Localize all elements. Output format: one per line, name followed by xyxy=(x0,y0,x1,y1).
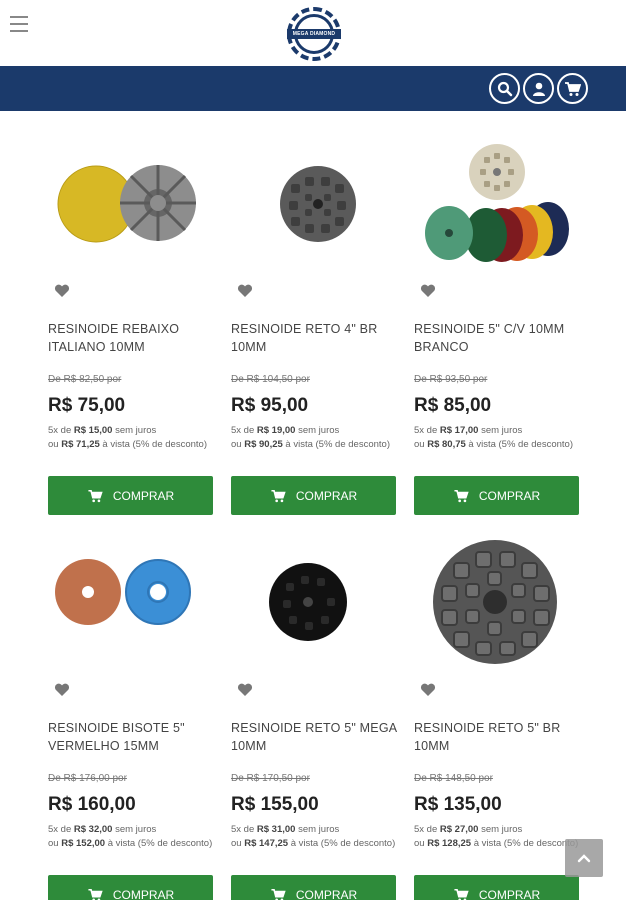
installment-info: 5x de R$ 17,00 sem juros ou R$ 80,75 à v… xyxy=(414,425,573,450)
installment-info: 5x de R$ 19,00 sem juros ou R$ 90,25 à v… xyxy=(231,425,390,450)
product-title[interactable]: RESINOIDE BISOTE 5" VERMELHO 15MM xyxy=(48,719,214,755)
product-price: R$ 75,00 xyxy=(48,395,126,416)
product-title[interactable]: RESINOIDE RETO 5" BR 10MM xyxy=(414,719,580,755)
product-title[interactable]: RESINOIDE RETO 4" BR 10MM xyxy=(231,320,397,356)
favorite-heart-icon[interactable] xyxy=(237,284,253,298)
product-title[interactable]: RESINOIDE 5" C/V 10MM BRANCO xyxy=(414,320,580,356)
installment-info: 5x de R$ 31,00 sem juros ou R$ 147,25 à … xyxy=(231,824,396,849)
cart-icon xyxy=(88,888,103,900)
buy-button-label: COMPRAR xyxy=(478,488,541,503)
product-price: R$ 85,00 xyxy=(414,395,492,416)
nav-bar xyxy=(0,66,626,111)
chevron-up-icon xyxy=(577,854,591,863)
installment-info: 5x de R$ 32,00 sem juros ou R$ 152,00 à … xyxy=(48,824,213,849)
buy-button-label: COMPRAR xyxy=(112,488,175,503)
cart-icon xyxy=(454,489,469,502)
old-price: De R$ 170,50 por xyxy=(231,773,310,784)
product-title[interactable]: RESINOIDE RETO 5" MEGA 10MM xyxy=(231,719,397,755)
cart-icon[interactable] xyxy=(557,73,588,104)
old-price: De R$ 176,00 por xyxy=(48,773,127,784)
favorite-heart-icon[interactable] xyxy=(420,284,436,298)
favorite-heart-icon[interactable] xyxy=(237,683,253,697)
logo-text: MEGA DIAMOND xyxy=(287,29,341,39)
user-icon[interactable] xyxy=(523,73,554,104)
cart-icon xyxy=(88,489,103,502)
buy-button-label: COMPRAR xyxy=(295,488,358,503)
product-title[interactable]: RESINOIDE REBAIXO ITALIANO 10MM xyxy=(48,320,214,356)
product-image[interactable] xyxy=(414,139,580,269)
old-price: De R$ 93,50 por xyxy=(414,374,488,385)
favorite-heart-icon[interactable] xyxy=(54,683,70,697)
buy-button-label: COMPRAR xyxy=(295,887,358,900)
product-image[interactable] xyxy=(48,538,214,668)
buy-button[interactable]: COMPRAR xyxy=(414,476,579,515)
menu-icon[interactable] xyxy=(10,16,28,34)
product-price: R$ 135,00 xyxy=(414,794,502,815)
old-price: De R$ 104,50 por xyxy=(231,374,310,385)
favorite-heart-icon[interactable] xyxy=(420,683,436,697)
cart-icon xyxy=(454,888,469,900)
installment-info: 5x de R$ 15,00 sem juros ou R$ 71,25 à v… xyxy=(48,425,207,450)
buy-button[interactable]: COMPRAR xyxy=(48,875,213,900)
product-image[interactable] xyxy=(48,139,214,269)
buy-button[interactable]: COMPRAR xyxy=(231,875,396,900)
cart-icon xyxy=(271,489,286,502)
scroll-to-top-button[interactable] xyxy=(565,839,603,877)
cart-icon xyxy=(271,888,286,900)
search-icon[interactable] xyxy=(489,73,520,104)
product-image[interactable] xyxy=(414,538,580,668)
top-bar: MEGA DIAMOND xyxy=(0,0,626,66)
product-image[interactable] xyxy=(231,538,397,668)
product-price: R$ 160,00 xyxy=(48,794,136,815)
product-image[interactable] xyxy=(231,139,397,269)
buy-button-label: COMPRAR xyxy=(478,887,541,900)
old-price: De R$ 148,50 por xyxy=(414,773,493,784)
buy-button-label: COMPRAR xyxy=(112,887,175,900)
favorite-heart-icon[interactable] xyxy=(54,284,70,298)
old-price: De R$ 82,50 por xyxy=(48,374,122,385)
buy-button[interactable]: COMPRAR xyxy=(48,476,213,515)
installment-info: 5x de R$ 27,00 sem juros ou R$ 128,25 à … xyxy=(414,824,579,849)
site-logo[interactable]: MEGA DIAMOND xyxy=(287,7,341,61)
buy-button[interactable]: COMPRAR xyxy=(231,476,396,515)
product-price: R$ 155,00 xyxy=(231,794,319,815)
product-price: R$ 95,00 xyxy=(231,395,309,416)
buy-button[interactable]: COMPRAR xyxy=(414,875,579,900)
